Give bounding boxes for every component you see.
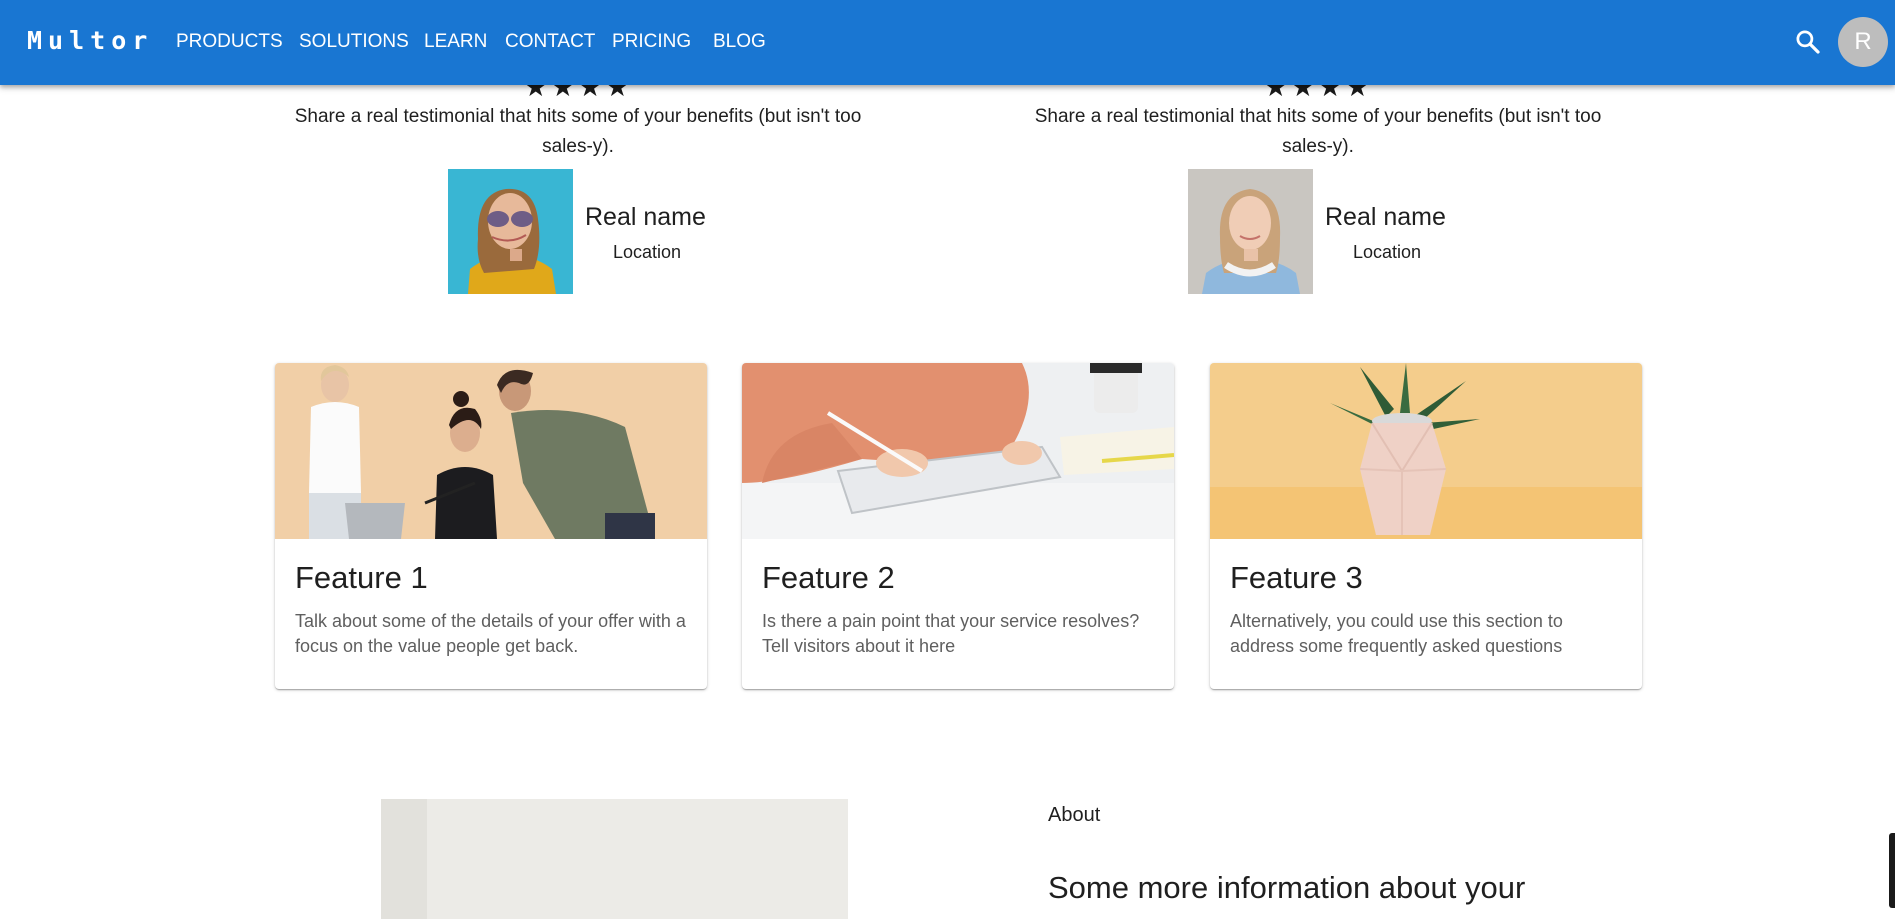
about-image xyxy=(381,799,848,919)
testimonial-author: Real name Location xyxy=(448,169,748,294)
about-heading: Some more information about your xyxy=(1048,870,1526,905)
feedback-tab[interactable] xyxy=(1889,833,1895,908)
user-avatar[interactable]: R xyxy=(1838,17,1888,67)
testimonial-quote: Share a real testimonial that hits some … xyxy=(1034,106,1602,157)
nav-item-learn[interactable]: LEARN xyxy=(424,31,487,53)
nav-item-contact[interactable]: CONTACT xyxy=(505,31,595,53)
feature-card[interactable]: Feature 2 Is there a pain point that you… xyxy=(742,363,1174,689)
search-icon xyxy=(1796,30,1820,54)
feature-image xyxy=(275,363,707,539)
feature-image xyxy=(1210,363,1642,539)
author-photo xyxy=(448,169,573,294)
author-location: Location xyxy=(613,242,682,262)
about-eyebrow: About xyxy=(1048,804,1101,826)
feature-description: Alternatively, you could use this sectio… xyxy=(1230,611,1563,656)
author-name: Real name xyxy=(585,203,706,231)
author-location: Location xyxy=(1353,242,1422,262)
feature-title: Feature 3 xyxy=(1230,560,1363,595)
testimonial-card: ★★★★ Share a real testimonial that hits … xyxy=(268,72,888,162)
testimonial-quote: Share a real testimonial that hits some … xyxy=(294,106,862,157)
nav-item-pricing[interactable]: PRICING xyxy=(612,31,691,53)
feature-card[interactable]: Feature 1 Talk about some of the details… xyxy=(275,363,707,689)
author-photo xyxy=(1188,169,1313,294)
feature-description: Is there a pain point that your service … xyxy=(762,611,1140,656)
feature-description: Talk about some of the details of your o… xyxy=(295,611,686,656)
brand-logo[interactable]: Multor xyxy=(27,26,153,55)
nav-item-products[interactable]: PRODUCTS xyxy=(176,31,283,53)
feature-image xyxy=(742,363,1174,539)
feature-card[interactable]: Feature 3 Alternatively, you could use t… xyxy=(1210,363,1642,689)
feature-title: Feature 2 xyxy=(762,560,895,595)
testimonial-author: Real name Location xyxy=(1188,169,1488,294)
feature-title: Feature 1 xyxy=(295,560,428,595)
author-name: Real name xyxy=(1325,203,1446,231)
app-bar: Multor PRODUCTS SOLUTIONS LEARN CONTACT … xyxy=(0,0,1895,85)
testimonial-card: ★★★★ Share a real testimonial that hits … xyxy=(1008,72,1628,162)
nav-item-blog[interactable]: BLOG xyxy=(713,31,766,53)
nav-item-solutions[interactable]: SOLUTIONS xyxy=(299,31,409,53)
search-button[interactable] xyxy=(1793,27,1823,57)
